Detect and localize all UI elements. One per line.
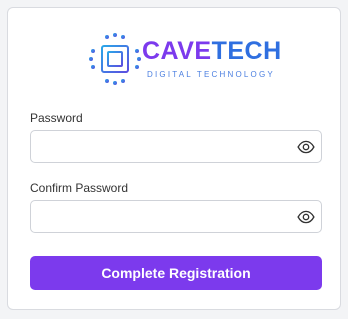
complete-registration-button[interactable]: Complete Registration: [30, 256, 322, 290]
confirm-password-field-container: [30, 200, 322, 233]
circuit-chip-icon: [89, 33, 141, 85]
brand-tagline: DIGITAL TECHNOLOGY: [147, 70, 275, 79]
brand-name-tech: TECH: [211, 37, 282, 65]
brand-name: CAVETECH: [142, 37, 282, 65]
eye-icon[interactable]: [297, 208, 315, 226]
eye-icon[interactable]: [297, 138, 315, 156]
password-input[interactable]: [31, 131, 301, 162]
confirm-password-input[interactable]: [31, 201, 301, 232]
brand-name-cave: CAVE: [142, 37, 212, 65]
password-label: Password: [30, 111, 83, 125]
registration-card: CAVETECH DIGITAL TECHNOLOGY Password Con…: [7, 7, 341, 310]
confirm-password-label: Confirm Password: [30, 181, 129, 195]
password-field-container: [30, 130, 322, 163]
cavetech-logo: CAVETECH DIGITAL TECHNOLOGY: [88, 32, 281, 86]
